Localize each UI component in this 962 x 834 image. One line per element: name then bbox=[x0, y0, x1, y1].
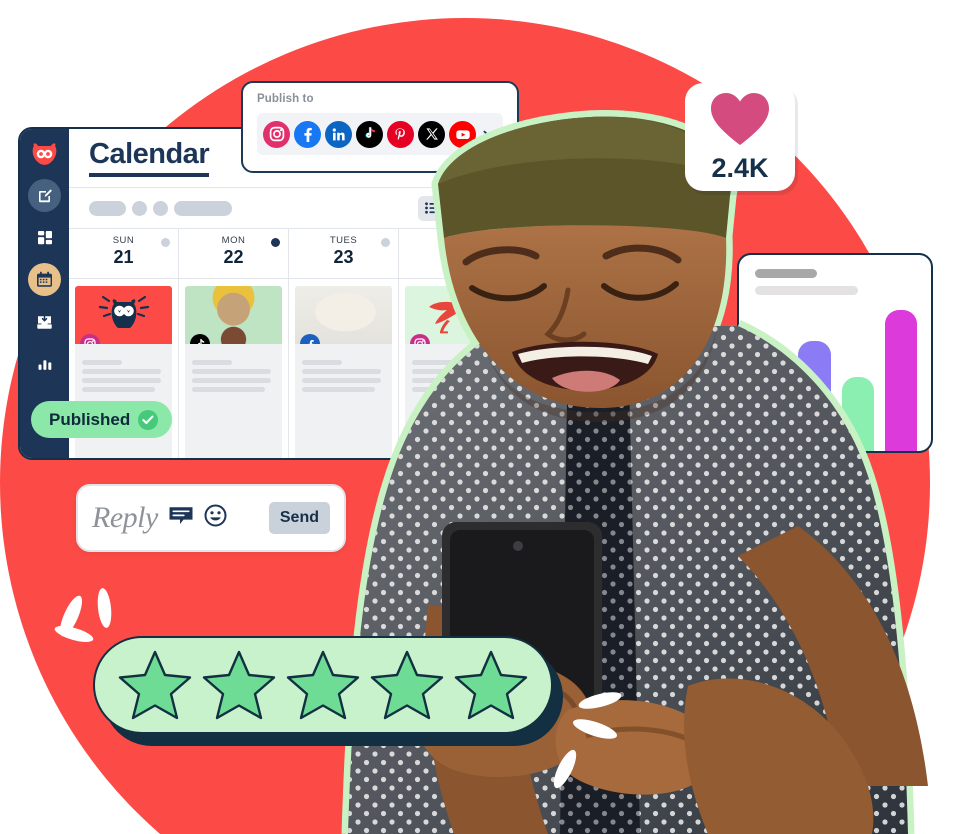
day-number: 21 bbox=[113, 247, 134, 267]
chart-bar bbox=[884, 310, 917, 451]
day-of-week: MON bbox=[221, 235, 246, 246]
post-media bbox=[405, 286, 502, 344]
analytics-bar-icon[interactable] bbox=[28, 347, 61, 380]
chat-bubble-icon[interactable] bbox=[168, 505, 194, 532]
post-media bbox=[75, 286, 172, 344]
analytics-title-placeholder bbox=[755, 269, 817, 278]
smiley-face-icon[interactable] bbox=[204, 504, 227, 532]
day-status-dot bbox=[161, 238, 170, 247]
star-icon bbox=[202, 650, 276, 720]
chart-bar bbox=[841, 377, 874, 451]
filter-placeholder-pill bbox=[174, 200, 232, 216]
linkedin-icon[interactable] bbox=[325, 120, 352, 148]
compose-icon[interactable] bbox=[28, 179, 61, 212]
post-card[interactable] bbox=[185, 286, 282, 458]
reply-input[interactable]: Reply bbox=[92, 501, 158, 535]
post-text-placeholder bbox=[185, 344, 282, 392]
network-selector-strip bbox=[257, 113, 503, 155]
day-header: TUES 23 bbox=[289, 229, 398, 279]
day-header: MON 22 bbox=[179, 229, 288, 279]
post-text-placeholder bbox=[75, 344, 172, 392]
publish-to-label: Publish to bbox=[257, 93, 314, 105]
calendar-day-column[interactable]: MON 22 bbox=[179, 229, 289, 458]
post-text-placeholder bbox=[295, 344, 392, 392]
analytics-subtitle-placeholder bbox=[755, 286, 858, 295]
tiktok-icon[interactable] bbox=[356, 120, 383, 148]
inbox-icon[interactable] bbox=[28, 305, 61, 338]
chart-bar bbox=[798, 341, 831, 451]
hootsuite-owl-logo[interactable] bbox=[28, 137, 61, 170]
facebook-icon[interactable] bbox=[294, 120, 321, 148]
instagram-icon[interactable] bbox=[263, 120, 290, 148]
star-icon bbox=[286, 650, 360, 720]
post-media bbox=[295, 286, 392, 344]
day-status-dot bbox=[271, 238, 280, 247]
send-button[interactable]: Send bbox=[268, 502, 330, 534]
reply-input-bar[interactable]: Reply Send bbox=[76, 484, 346, 552]
calendar-day-column[interactable]: TUES 23 bbox=[289, 229, 399, 458]
star-icon bbox=[370, 650, 444, 720]
hero-illustration: Calendar SUN 21 MON 22 TUES 23 WED 24 Dr… bbox=[0, 0, 962, 834]
day-number: 23 bbox=[333, 247, 354, 267]
column-view-icon[interactable] bbox=[444, 195, 470, 221]
star-icon bbox=[118, 650, 192, 720]
day-number: 22 bbox=[223, 247, 244, 267]
draft-status-button[interactable]: Draft bbox=[412, 443, 495, 458]
heart-icon bbox=[709, 91, 771, 151]
star-rating bbox=[93, 636, 563, 746]
star-rating-pill bbox=[93, 636, 553, 734]
day-header: SUN 21 bbox=[69, 229, 178, 279]
filter-placeholders bbox=[89, 200, 232, 216]
post-media bbox=[185, 286, 282, 344]
filter-placeholder-dot bbox=[153, 200, 168, 216]
publish-to-panel: Publish to bbox=[241, 81, 519, 173]
day-of-week: WED bbox=[441, 235, 466, 246]
status-badge: Published bbox=[31, 401, 173, 438]
calendar-toolbar bbox=[69, 188, 508, 228]
analytics-card bbox=[737, 253, 933, 453]
view-toggle-group bbox=[418, 195, 496, 221]
calendar-view-icon[interactable] bbox=[470, 196, 496, 221]
page-title: Calendar bbox=[89, 138, 210, 177]
likes-count: 2.4K bbox=[711, 152, 769, 183]
calendar-icon[interactable] bbox=[28, 263, 61, 296]
day-header: WED 24 bbox=[399, 229, 508, 279]
youtube-icon[interactable] bbox=[449, 120, 476, 148]
day-of-week: TUES bbox=[329, 235, 358, 246]
chart-bar bbox=[755, 382, 788, 451]
bar-chart bbox=[755, 303, 917, 451]
chevron-down-icon[interactable] bbox=[483, 130, 497, 139]
list-view-icon[interactable] bbox=[418, 196, 444, 221]
filter-placeholder-pill bbox=[89, 200, 126, 216]
day-number: 24 bbox=[443, 247, 464, 267]
pinterest-icon[interactable] bbox=[387, 120, 414, 148]
day-status-dot bbox=[491, 238, 500, 247]
calendar-day-column[interactable]: WED 24 Draft bbox=[399, 229, 508, 458]
filter-placeholder-dot bbox=[132, 200, 147, 216]
published-label: Published bbox=[49, 409, 131, 429]
day-of-week: SUN bbox=[112, 235, 135, 246]
check-circle-icon bbox=[138, 409, 159, 430]
x-twitter-icon[interactable] bbox=[418, 120, 445, 148]
dashboard-grid-icon[interactable] bbox=[28, 221, 61, 254]
star-icon bbox=[454, 650, 528, 720]
likes-badge: 2.4K bbox=[685, 83, 795, 191]
post-card[interactable] bbox=[295, 286, 392, 458]
post-card[interactable]: Draft bbox=[405, 286, 502, 458]
post-text-placeholder bbox=[405, 344, 502, 392]
day-status-dot bbox=[381, 238, 390, 247]
